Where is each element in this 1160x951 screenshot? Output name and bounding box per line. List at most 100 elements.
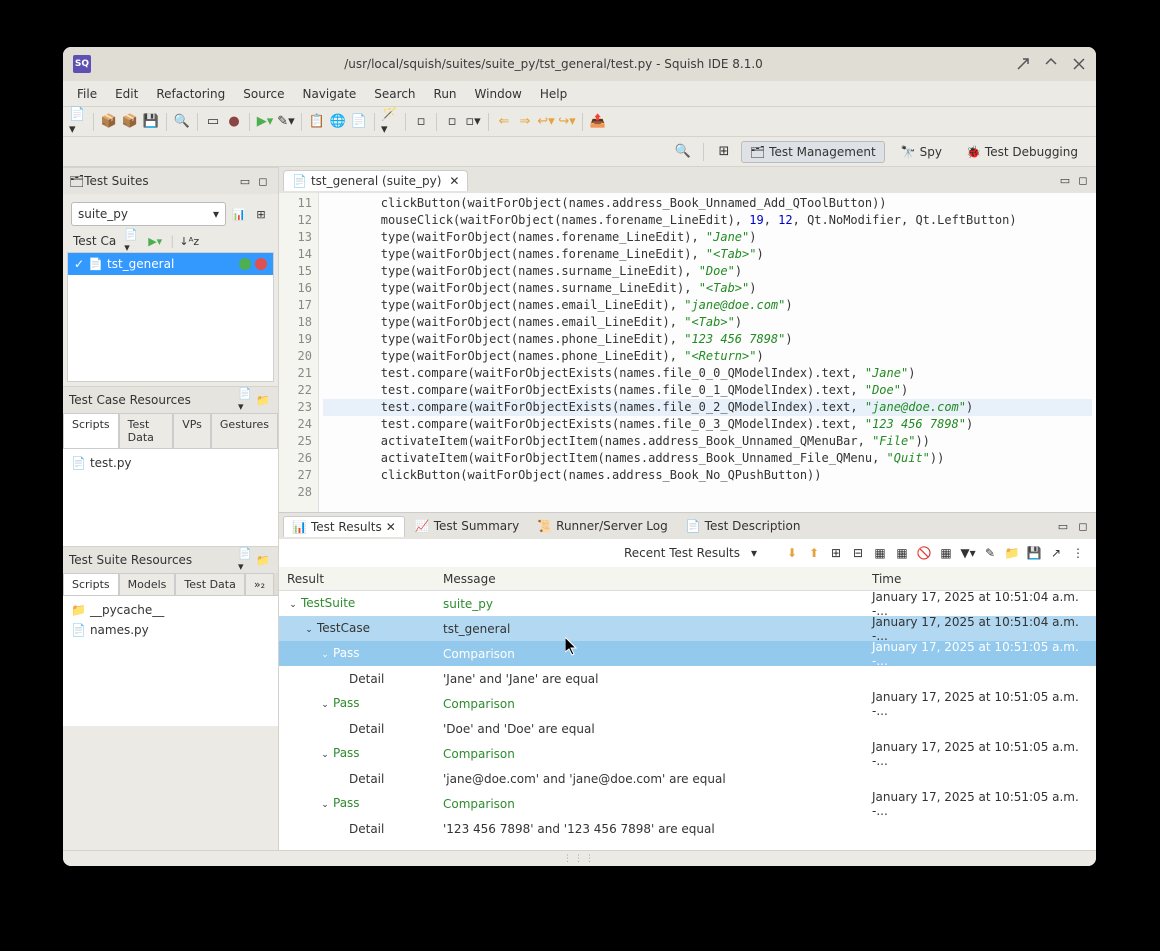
- code-line[interactable]: type(waitForObject(names.email_LineEdit)…: [323, 314, 1092, 331]
- results-min-icon[interactable]: ▭: [1056, 519, 1070, 533]
- menu-refactoring[interactable]: Refactoring: [148, 84, 233, 104]
- up-arrow-icon[interactable]: ⬆: [806, 545, 822, 561]
- back-icon[interactable]: ⇐: [495, 113, 513, 131]
- new-case-icon[interactable]: 📄▾: [124, 234, 138, 248]
- menu-icon[interactable]: ⋮: [1070, 545, 1086, 561]
- tcr-folder-icon[interactable]: 📁: [256, 393, 270, 407]
- doc2-icon[interactable]: 🌐: [329, 113, 347, 131]
- menu-search[interactable]: Search: [366, 84, 423, 104]
- tool-a-icon[interactable]: ▦: [872, 545, 888, 561]
- highlight-icon[interactable]: ▭: [204, 113, 222, 131]
- clear-icon[interactable]: 🚫: [916, 545, 932, 561]
- close-button[interactable]: [1072, 57, 1086, 71]
- testcase-item[interactable]: ✓ 📄 tst_general: [68, 253, 273, 275]
- code-line[interactable]: type(waitForObject(names.forename_LineEd…: [323, 229, 1092, 246]
- code-line[interactable]: clickButton(waitForObject(names.address_…: [323, 467, 1092, 484]
- tab-test-summary[interactable]: 📈 Test Summary: [407, 516, 527, 536]
- run-tb-icon[interactable]: ▶▾: [256, 113, 274, 131]
- code-line[interactable]: type(waitForObject(names.email_LineEdit)…: [323, 297, 1092, 314]
- sort-icon[interactable]: ↓ᴬz: [182, 234, 196, 248]
- expand-icon[interactable]: ⌄: [303, 624, 315, 636]
- tcr-file-row[interactable]: 📄test.py: [67, 453, 274, 473]
- persp-debug[interactable]: 🐞 Test Debugging: [958, 142, 1086, 162]
- code-line[interactable]: activateItem(waitForObjectItem(names.add…: [323, 433, 1092, 450]
- code-line[interactable]: test.compare(waitForObjectExists(names.f…: [323, 416, 1092, 433]
- editor-min-icon[interactable]: ▭: [1058, 173, 1072, 187]
- tcr-tab-testdata[interactable]: Test Data: [119, 413, 174, 448]
- close-tab-icon[interactable]: ✕: [449, 174, 459, 188]
- persp-spy[interactable]: 🔭 Spy: [893, 142, 950, 162]
- fwd2-icon[interactable]: ↪▾: [558, 113, 576, 131]
- open-persp-icon[interactable]: ⊞: [715, 143, 733, 161]
- suite-tool2-icon[interactable]: ⊞: [254, 207, 268, 221]
- tcr-tab-scripts[interactable]: Scripts: [63, 413, 119, 448]
- down-arrow-icon[interactable]: ⬇: [784, 545, 800, 561]
- code-line[interactable]: activateItem(waitForObjectItem(names.add…: [323, 450, 1092, 467]
- tsr-file-row[interactable]: 📄names.py: [67, 620, 274, 640]
- code-line[interactable]: test.compare(waitForObjectExists(names.f…: [323, 399, 1092, 416]
- menu-navigate[interactable]: Navigate: [294, 84, 364, 104]
- testcase-tree[interactable]: ✓ 📄 tst_general: [67, 252, 274, 382]
- tcr-tab-vps[interactable]: VPs: [173, 413, 211, 448]
- tsr-folder-icon[interactable]: 📁: [256, 553, 270, 567]
- minimize-button[interactable]: [1016, 57, 1030, 71]
- tsr-tab-testdata[interactable]: Test Data: [175, 573, 244, 595]
- export-icon[interactable]: 📤: [589, 113, 607, 131]
- col-result[interactable]: Result: [279, 572, 435, 586]
- code-line[interactable]: mouseClick(waitForObject(names.forename_…: [323, 212, 1092, 229]
- result-row[interactable]: ⌄PassComparisonJanuary 17, 2025 at 10:51…: [279, 691, 1096, 716]
- tcr-tab-gestures[interactable]: Gestures: [211, 413, 278, 448]
- code-line[interactable]: type(waitForObject(names.forename_LineEd…: [323, 246, 1092, 263]
- menu-window[interactable]: Window: [467, 84, 530, 104]
- run-case-icon[interactable]: ▶▾: [148, 234, 162, 248]
- run-indicator-icon[interactable]: [239, 258, 251, 270]
- tcr-new-icon[interactable]: 📄▾: [238, 393, 252, 407]
- dash1-icon[interactable]: ▫: [412, 113, 430, 131]
- menu-help[interactable]: Help: [532, 84, 575, 104]
- record-icon[interactable]: ●: [225, 113, 243, 131]
- suite-tool1-icon[interactable]: 📊: [232, 207, 246, 221]
- tab-test-desc[interactable]: 📄 Test Description: [678, 516, 809, 536]
- result-row[interactable]: ⌄TestCasetst_generalJanuary 17, 2025 at …: [279, 616, 1096, 641]
- restore-panel-icon[interactable]: ◻: [256, 174, 270, 188]
- tsr-tab-more[interactable]: »₂: [245, 573, 274, 595]
- tsr-new-icon[interactable]: 📄▾: [238, 553, 252, 567]
- expand-icon[interactable]: ⌄: [319, 699, 331, 711]
- doc1-icon[interactable]: 📋: [308, 113, 326, 131]
- record-indicator-icon[interactable]: [255, 258, 267, 270]
- menu-file[interactable]: File: [69, 84, 105, 104]
- code-line[interactable]: test.compare(waitForObjectExists(names.f…: [323, 382, 1092, 399]
- col-time[interactable]: Time: [864, 572, 1096, 586]
- result-row[interactable]: Detail'Jane' and 'Jane' are equal: [279, 666, 1096, 691]
- code-line[interactable]: type(waitForObject(names.phone_LineEdit)…: [323, 331, 1092, 348]
- edit-r-icon[interactable]: ✎: [982, 545, 998, 561]
- tsr-folder-row[interactable]: 📁__pycache__: [67, 600, 274, 620]
- close-icon[interactable]: ✕: [386, 520, 396, 534]
- code-line[interactable]: type(waitForObject(names.surname_LineEdi…: [323, 280, 1092, 297]
- tsr-tab-models[interactable]: Models: [119, 573, 176, 595]
- doc3-icon[interactable]: 📄: [350, 113, 368, 131]
- nav2-icon[interactable]: ▫▾: [464, 113, 482, 131]
- code-line[interactable]: type(waitForObject(names.phone_LineEdit)…: [323, 348, 1092, 365]
- tool-b-icon[interactable]: ▦: [894, 545, 910, 561]
- expand-icon[interactable]: ⌄: [319, 799, 331, 811]
- result-row[interactable]: ⌄PassComparisonJanuary 17, 2025 at 10:51…: [279, 791, 1096, 816]
- editor-tab[interactable]: 📄 tst_general (suite_py) ✕: [283, 170, 468, 191]
- editor-max-icon[interactable]: ◻: [1076, 173, 1090, 187]
- code-line[interactable]: clickButton(waitForObject(names.address_…: [323, 195, 1092, 212]
- maximize-button[interactable]: [1044, 57, 1058, 71]
- col-message[interactable]: Message: [435, 572, 864, 586]
- tab-test-results[interactable]: 📊 Test Results ✕: [283, 516, 405, 537]
- save-r-icon[interactable]: 💾: [1026, 545, 1042, 561]
- tab-runner-log[interactable]: 📜 Runner/Server Log: [529, 516, 676, 536]
- external-icon[interactable]: ↗: [1048, 545, 1064, 561]
- result-row[interactable]: Detail'Doe' and 'Doe' are equal: [279, 716, 1096, 741]
- menu-source[interactable]: Source: [235, 84, 292, 104]
- code-line[interactable]: test.compare(waitForObjectExists(names.f…: [323, 365, 1092, 382]
- back2-icon[interactable]: ↩▾: [537, 113, 555, 131]
- suite-combo[interactable]: suite_py▾: [71, 202, 226, 226]
- code-line[interactable]: type(waitForObject(names.surname_LineEdi…: [323, 263, 1092, 280]
- box2-icon[interactable]: 📦: [121, 113, 139, 131]
- save-icon[interactable]: 💾: [142, 113, 160, 131]
- search-tb-icon[interactable]: 🔍: [173, 113, 191, 131]
